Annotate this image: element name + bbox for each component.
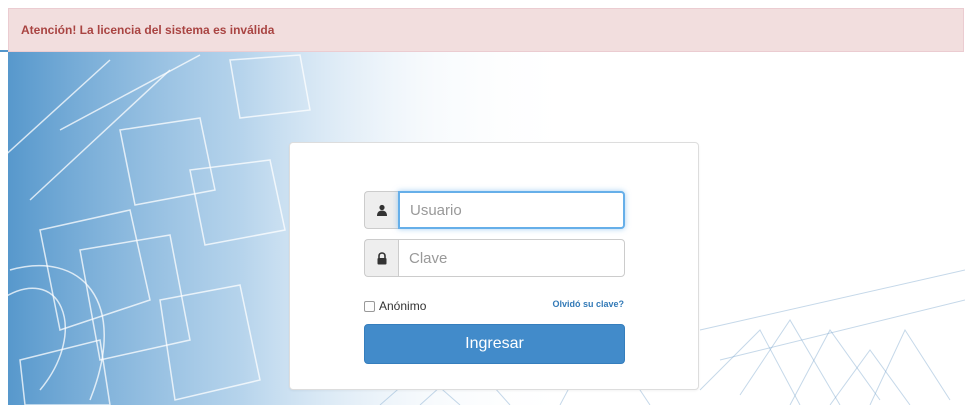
login-page: Atención! La licencia del sistema es inv… [0,0,965,405]
alert-message: Atención! La licencia del sistema es inv… [21,23,275,37]
anonymous-label: Anónimo [379,299,427,313]
username-group [364,191,625,229]
license-alert: Atención! La licencia del sistema es inv… [8,8,964,52]
login-panel: Anónimo Olvidó su clave? Ingresar [289,142,699,390]
left-edge-strip [0,52,8,405]
user-icon [364,191,398,229]
username-input[interactable] [398,191,625,229]
password-input[interactable] [398,239,625,277]
password-group [364,239,625,277]
forgot-password-link[interactable]: Olvidó su clave? [552,299,624,309]
anonymous-checkbox[interactable] [364,300,375,312]
lock-icon [364,239,398,277]
anonymous-checkbox-row[interactable]: Anónimo [364,299,426,313]
login-button[interactable]: Ingresar [364,324,625,364]
